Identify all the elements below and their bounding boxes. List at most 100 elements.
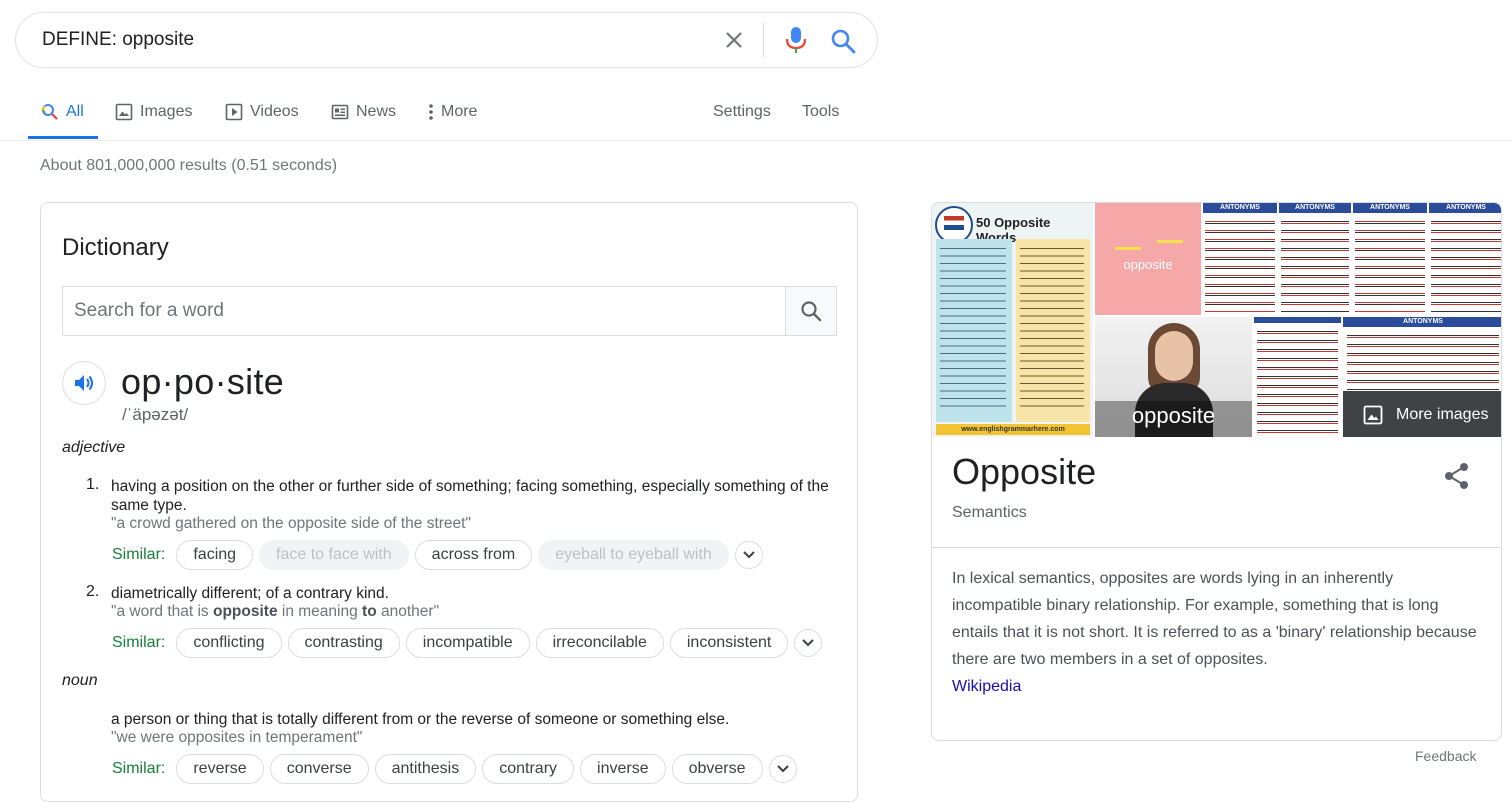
similar-words-3: Similar: reverse converse antithesis con… [112,753,797,785]
thumbnail-caption: opposite [1123,257,1173,272]
similar-chip[interactable]: irreconcilable [535,628,664,658]
image-thumbnail[interactable] [1254,317,1341,437]
panel-divider [932,547,1501,548]
part-of-speech-noun: noun [62,672,98,689]
news-icon [331,104,349,120]
search-query-text[interactable]: DEFINE: opposite [42,29,194,51]
image-icon [1363,405,1383,425]
tools-link[interactable]: Tools [802,86,839,138]
tab-all[interactable]: All [28,86,98,139]
image-thumbnail[interactable]: opposite [1095,203,1201,315]
thumbnail-heading: ANTONYMS [1343,317,1501,327]
dictionary-search-box [62,286,837,336]
similar-chip[interactable]: contrary [482,754,575,784]
sense-definition: having a position on the other or furthe… [111,478,829,514]
search-tabs: All Images Videos News More Settings Too… [0,86,1512,141]
panel-subtitle: Semantics [952,504,1027,521]
image-thumbnail[interactable]: ANTONYMS [1429,203,1501,315]
headword: op·po·site [121,361,285,402]
more-images-tile[interactable]: ANTONYMS More images [1343,317,1501,437]
sense-example: "we were opposites in temperament" [111,729,363,746]
sense-number: 1. [86,476,100,493]
chevron-down-icon [776,765,789,773]
microphone-icon[interactable] [784,25,808,55]
similar-label: Similar: [112,546,166,563]
chevron-down-icon [802,639,815,647]
image-icon [115,103,133,121]
similar-chip[interactable]: inverse [580,754,666,784]
search-icon[interactable] [829,27,857,55]
video-icon [225,103,243,121]
image-thumbnail[interactable]: ANTONYMS [1279,203,1351,315]
clear-icon[interactable] [722,28,746,52]
similar-chip[interactable]: facing [176,540,254,570]
similar-chip[interactable]: antithesis [374,754,477,784]
search-icon [42,104,58,120]
share-icon[interactable] [1442,461,1472,491]
dictionary-title: Dictionary [62,234,169,261]
thumbnail-heading: ANTONYMS [1203,203,1277,213]
image-thumbnail[interactable]: ANTONYMS [1203,203,1277,315]
image-thumbnail[interactable]: 50 Opposite Words www.englishgrammarhere… [932,203,1095,437]
image-grid: 50 Opposite Words www.englishgrammarhere… [932,203,1501,437]
example-emphasis: to [362,603,377,620]
expand-similar-button[interactable] [734,541,763,569]
settings-link[interactable]: Settings [713,86,771,138]
similar-words-2: Similar: conflicting contrasting incompa… [112,627,823,659]
similar-chip[interactable]: contrasting [287,628,400,658]
part-of-speech-adjective: adjective [62,439,126,456]
similar-words-1: Similar: facing face to face with across… [112,539,763,571]
example-text: another" [376,603,440,620]
dictionary-card: Dictionary op·po·site /ˈäpəzət/ adjectiv… [40,202,858,802]
expand-similar-button[interactable] [794,629,823,657]
search-bar[interactable]: DEFINE: opposite [15,12,878,68]
sense-example: "a crowd gathered on the opposite side o… [111,515,471,532]
panel-description: In lexical semantics, opposites are word… [952,565,1482,700]
video-caption: opposite [1131,403,1216,428]
tab-label: All [66,103,84,120]
thumbnail-heading: ANTONYMS [1279,203,1351,213]
similar-chip[interactable]: inconsistent [669,628,789,658]
knowledge-panel: 50 Opposite Words www.englishgrammarhere… [931,202,1502,741]
feedback-link[interactable]: Feedback [1415,748,1476,764]
expand-similar-button[interactable] [768,755,797,783]
tab-more[interactable]: More [428,86,477,138]
pronunciation-button[interactable] [62,361,106,405]
similar-chip[interactable]: incompatible [405,628,530,658]
thumbnail-heading: ANTONYMS [1429,203,1501,213]
similar-chip[interactable]: eyeball to eyeball with [538,540,729,570]
example-text: "a word that is [111,603,213,620]
sense-definition: diametrically different; of a contrary k… [111,585,389,602]
similar-chip[interactable]: reverse [176,754,264,784]
tab-images[interactable]: Images [115,86,192,138]
word-list-column [936,239,1012,422]
search-divider [763,22,764,58]
tab-news[interactable]: News [331,86,396,138]
thumbnail-footer: www.englishgrammarhere.com [936,424,1090,435]
image-thumbnail[interactable]: ANTONYMS [1353,203,1427,315]
video-thumbnail[interactable]: opposite [1095,317,1252,437]
similar-chip[interactable]: face to face with [259,540,409,570]
similar-label: Similar: [112,760,166,777]
tab-label: News [356,103,397,120]
dictionary-search-input[interactable] [63,287,785,335]
settings-label: Settings [713,103,771,120]
speaker-icon [75,375,93,391]
tab-videos[interactable]: Videos [225,86,299,138]
tab-label: More [441,103,478,120]
similar-chip[interactable]: conflicting [176,628,282,658]
similar-label: Similar: [112,634,166,651]
result-stats: About 801,000,000 results (0.51 seconds) [40,157,338,174]
phonetic-spelling: /ˈäpəzət/ [122,405,189,424]
tools-label: Tools [802,103,840,120]
panel-title: Opposite [952,451,1097,492]
more-vert-icon [429,104,433,120]
similar-chip[interactable]: converse [269,754,369,784]
wikipedia-link[interactable]: Wikipedia [952,678,1021,695]
similar-chip[interactable]: across from [414,540,533,570]
similar-chip[interactable]: obverse [671,754,763,784]
dictionary-search-button[interactable] [785,287,836,335]
sense-definition: a person or thing that is totally differ… [111,711,730,728]
example-emphasis: opposite [213,603,278,620]
example-text: in meaning [277,603,363,620]
